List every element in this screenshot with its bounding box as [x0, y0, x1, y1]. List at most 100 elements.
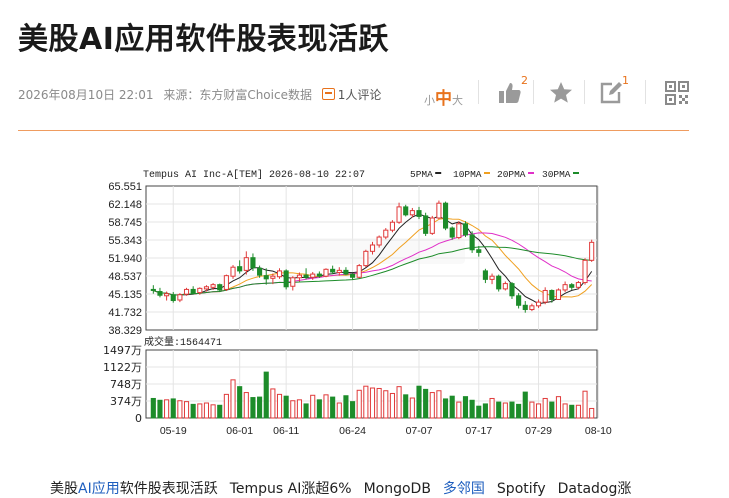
- price-tick-label: 45.135: [108, 289, 142, 301]
- volume-bar: [270, 388, 276, 419]
- volume-bar: [482, 403, 488, 419]
- candle-body: [482, 270, 488, 280]
- ma-legend-label: 5PMA: [410, 169, 433, 180]
- x-tick-label: 07-29: [525, 425, 552, 437]
- source-label: 来源：东方财富Choice数据: [163, 88, 312, 102]
- candle-body: [383, 229, 389, 238]
- chart-header: Tempus AI Inc-A[TEM] 2026-08-10 22:07: [143, 169, 365, 181]
- favorite-button[interactable]: [548, 80, 574, 106]
- font-size-large[interactable]: 大: [452, 94, 463, 107]
- font-size-small[interactable]: 小: [424, 94, 435, 107]
- price-tick-label: 48.537: [108, 271, 142, 283]
- price-panel: 65.551 62.148 58.745 55.343 51.940 48.537 45.1…: [108, 181, 599, 337]
- volume-tick-label: 1122万: [103, 361, 142, 374]
- comment-icon: [321, 88, 335, 100]
- related-link[interactable]: AI应用: [78, 481, 120, 497]
- comments-link[interactable]: 1人评论: [321, 88, 388, 102]
- volume-bar: [403, 394, 409, 419]
- page-title: 美股AI应用软件股表现活跃: [18, 22, 389, 57]
- edit-button[interactable]: 1: [598, 74, 629, 106]
- volume-bar: [469, 399, 475, 419]
- candle-body: [416, 210, 422, 217]
- candle-body: [296, 274, 302, 279]
- candle-body: [522, 304, 528, 311]
- candle-body: [170, 294, 176, 302]
- candle-body: [456, 223, 462, 239]
- candle-body: [150, 288, 156, 291]
- candle-body: [516, 295, 522, 306]
- x-tick-label: 06-01: [226, 425, 253, 437]
- candle-body: [190, 288, 196, 294]
- qrcode-button[interactable]: [664, 80, 690, 106]
- candle-body: [535, 301, 542, 307]
- candle-body: [177, 294, 183, 301]
- volume-bar: [203, 402, 210, 419]
- volume-bar: [569, 404, 575, 419]
- toolbar-divider: [533, 80, 534, 104]
- volume-bar: [323, 394, 329, 419]
- volume-bar: [296, 399, 302, 419]
- font-size-medium[interactable]: 中: [435, 89, 452, 109]
- volume-bar: [150, 397, 156, 419]
- candle-body: [257, 267, 263, 276]
- like-button[interactable]: 2: [497, 74, 528, 106]
- volume-bar: [369, 387, 376, 419]
- related-text: Tempus AI涨超6%: [229, 481, 352, 497]
- volume-bar: [462, 396, 469, 419]
- candle-body: [316, 273, 322, 277]
- candle-body: [303, 274, 309, 278]
- x-tick-label: 05-19: [160, 425, 187, 437]
- volume-bar: [389, 392, 395, 419]
- volume-bar: [449, 395, 455, 419]
- candle-body: [157, 291, 163, 296]
- candle-body: [217, 284, 223, 291]
- volume-bar: [177, 400, 183, 419]
- volume-bar: [330, 396, 336, 419]
- volume-bar: [303, 403, 309, 419]
- volume-tick-label: 0: [135, 412, 142, 425]
- volume-bar: [383, 390, 389, 419]
- candle-body: [276, 270, 283, 278]
- candle-body: [409, 210, 415, 216]
- candle-body: [363, 250, 369, 267]
- volume-bar: [555, 396, 562, 419]
- related-text: MongoDB: [363, 481, 431, 497]
- star-icon: [550, 82, 572, 103]
- x-tick-label: 07-07: [406, 425, 433, 437]
- candle-body: [542, 289, 548, 303]
- ma-legend-swatch: [484, 172, 490, 174]
- candle-body: [396, 206, 402, 223]
- x-tick-label: 06-24: [339, 425, 366, 437]
- price-tick-label: 62.148: [108, 199, 142, 211]
- price-tick-label: 41.732: [108, 307, 142, 319]
- candle-body: [582, 259, 588, 284]
- volume-bar: [276, 393, 283, 419]
- volume-bar: [562, 403, 568, 419]
- publish-datetime: 2026年08月10日 22:01: [18, 88, 154, 102]
- candle-body: [429, 217, 435, 234]
- volume-bar: [549, 401, 555, 419]
- volume-bar: [164, 399, 170, 419]
- font-size-control: 小中大: [424, 84, 463, 109]
- candle-body: [423, 215, 429, 234]
- toolbar-divider: [478, 80, 479, 104]
- x-axis: 05-19 06-01 06-11 06-24 07-07 07-17 07-29 08-10: [160, 425, 612, 437]
- candle-body: [555, 289, 562, 300]
- toolbar-divider: [584, 80, 585, 104]
- candle-body: [343, 269, 349, 275]
- candle-body: [270, 275, 276, 279]
- candle-body: [197, 287, 203, 294]
- candle-body: [356, 265, 362, 278]
- related-link[interactable]: 多邻国: [443, 481, 485, 497]
- candle-body: [449, 227, 455, 238]
- volume-bar: [290, 400, 296, 419]
- volume-bar: [250, 397, 256, 419]
- candle-body: [243, 257, 249, 271]
- candlestick-chart: Tempus AI Inc-A[TEM] 2026-08-10 22:07 5P…: [103, 169, 612, 437]
- candle-body: [283, 270, 289, 288]
- header-divider: [18, 130, 689, 131]
- candle-body: [509, 283, 515, 297]
- candle-body: [496, 275, 502, 290]
- volume-bar: [237, 386, 243, 419]
- volume-bar: [363, 385, 369, 419]
